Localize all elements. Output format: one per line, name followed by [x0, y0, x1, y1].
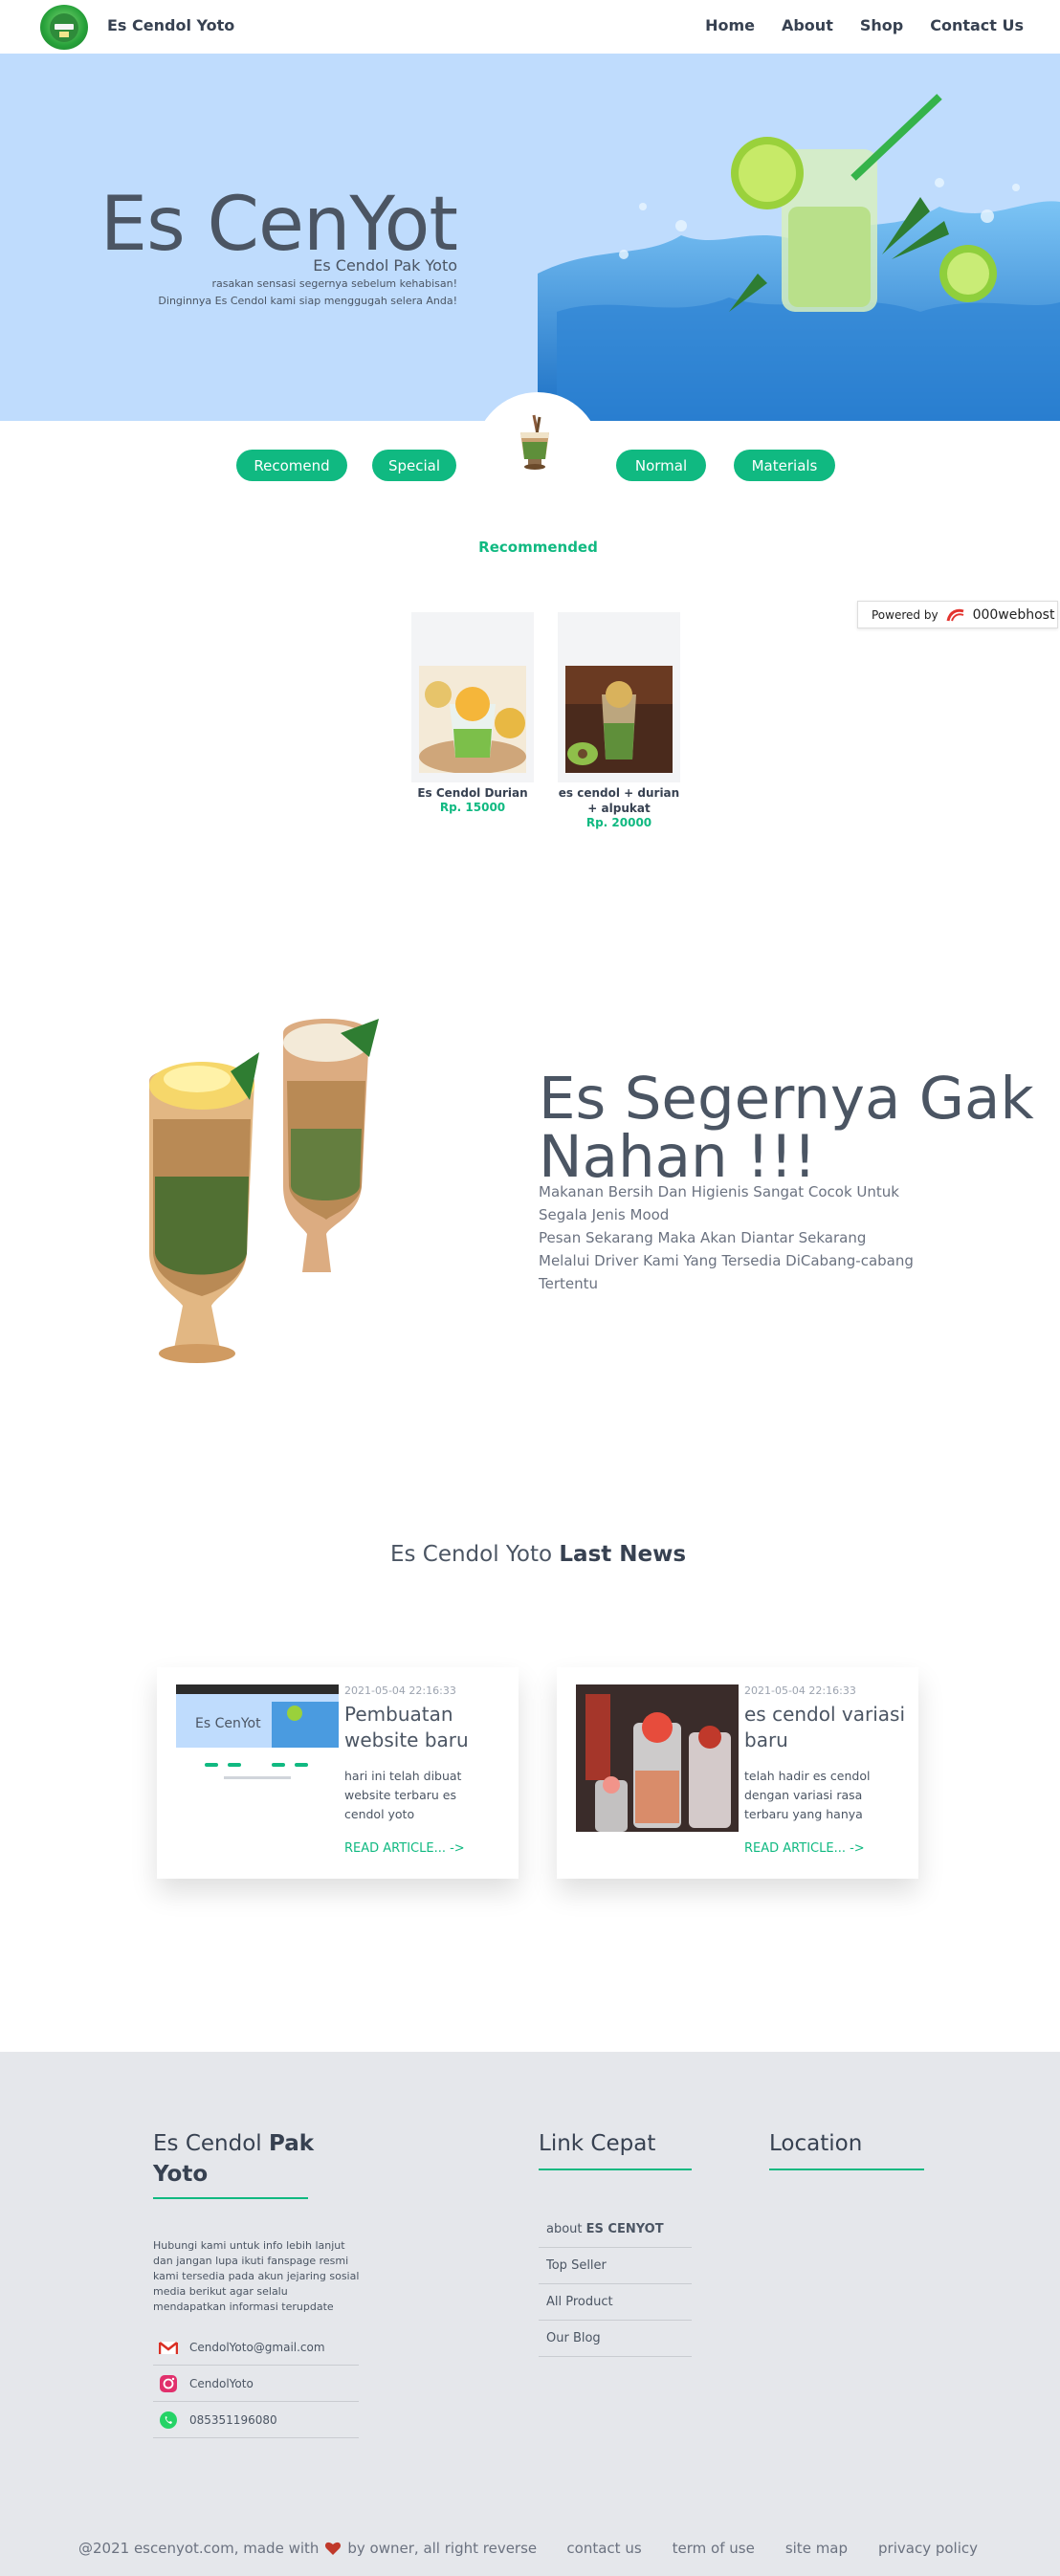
article-thumbnail[interactable] — [576, 1684, 739, 1832]
contact-whatsapp-text: 085351196080 — [189, 2412, 277, 2427]
article-excerpt: telah hadir es cendol dengan variasi ras… — [744, 1769, 871, 1821]
hero-tagline-2: Dinginnya Es Cendol kami siap menggugah … — [158, 295, 457, 307]
footer-link-privacy[interactable]: privacy policy — [878, 2540, 978, 2557]
nav-item-home[interactable]: Home — [705, 16, 755, 34]
cendol-cup-icon[interactable] — [511, 413, 559, 471]
es-cendol-glasses-image — [149, 1019, 379, 1363]
location-title: Location — [769, 2131, 863, 2156]
feature-line-1: Makanan Bersih Dan Higienis Sangat Cocok… — [539, 1183, 899, 1223]
article-date: 2021-05-04 22:16:33 — [744, 1684, 856, 1697]
article-title[interactable]: Pembuatan website baru — [344, 1702, 507, 1753]
tab-materials[interactable]: Materials — [734, 450, 835, 481]
powered-by-name: 000webhost — [972, 606, 1055, 623]
news-heading: Es Cendol Yoto Last News — [0, 1542, 1060, 1567]
instagram-icon — [160, 2374, 177, 2392]
news-heading-prefix: Es Cendol Yoto — [389, 1542, 553, 1567]
product-image-frame — [411, 612, 534, 782]
copyright-suffix: by owner, all right reverse — [347, 2540, 538, 2557]
powered-by-badge[interactable]: Powered by 000webhost — [857, 601, 1058, 628]
es-cendol-logo-icon[interactable] — [40, 5, 88, 50]
location-underline — [769, 2169, 924, 2170]
powered-by-prefix: Powered by — [872, 607, 939, 622]
read-article-link[interactable]: READ ARTICLE... -> — [744, 1841, 865, 1856]
top-navbar: Es Cendol Yoto Home About Shop Contact U… — [0, 0, 1060, 54]
nav-menu: Home About Shop Contact Us — [705, 16, 1024, 34]
hero-drink-image — [538, 94, 1060, 421]
footer-brand-title: Es Cendol Pak Yoto — [153, 2128, 325, 2190]
tab-normal[interactable]: Normal — [616, 450, 706, 481]
footer: Es Cendol Pak Yoto Hubungi kami untuk in… — [0, 2052, 1060, 2576]
news-card[interactable]: Es CenYot 2021-05-04 22:16:33 Pembuatan … — [157, 1667, 519, 1879]
contact-email-text: CendolYoto@gmail.com — [189, 2340, 325, 2354]
quick-link-about-prefix: about — [546, 2222, 583, 2236]
product-name: es cendol + durian + alpukat — [558, 786, 680, 816]
quick-link-about-bold: ES CENYOT — [585, 2222, 664, 2236]
whatsapp-icon — [160, 2411, 177, 2429]
hero-title: Es CenYot — [99, 182, 458, 268]
footer-link-terms[interactable]: term of use — [673, 2540, 755, 2557]
footer-about-text: Hubungi kami untuk info lebih lanjut dan… — [153, 2239, 360, 2313]
nav-item-shop[interactable]: Shop — [860, 16, 903, 34]
quick-link-about[interactable]: about ES CENYOT — [539, 2212, 692, 2248]
product-price: Rp. 20000 — [585, 816, 652, 830]
copyright-prefix: @2021 escenyot.com, made with — [78, 2540, 320, 2557]
hero-banner: Es CenYot Es Cendol Pak Yoto rasakan sen… — [0, 54, 1060, 421]
hero-tagline-1: rasakan sensasi segernya sebelum kehabis… — [211, 277, 457, 290]
contact-email[interactable]: CendolYoto@gmail.com — [153, 2329, 359, 2366]
svg-text:Es CenYot: Es CenYot — [195, 1716, 261, 1731]
heart-icon — [325, 2542, 342, 2555]
article-title[interactable]: es cendol variasi baru — [744, 1702, 907, 1753]
product-image-frame — [558, 612, 680, 782]
webhost-logo-icon — [946, 608, 964, 621]
product-image — [419, 666, 526, 773]
footer-bottom-links: contact us term of use site map privacy … — [566, 2540, 978, 2557]
section-label-recommended: Recommended — [478, 539, 598, 556]
gmail-icon — [159, 2341, 178, 2354]
product-card[interactable]: Es Cendol Durian Rp. 15000 — [411, 612, 534, 816]
nav-item-contact[interactable]: Contact Us — [930, 16, 1024, 34]
news-card[interactable]: 2021-05-04 22:16:33 es cendol variasi ba… — [557, 1667, 918, 1879]
nav-item-about[interactable]: About — [782, 16, 833, 34]
product-card[interactable]: es cendol + durian + alpukat Rp. 20000 — [558, 612, 680, 831]
article-date: 2021-05-04 22:16:33 — [344, 1684, 456, 1697]
quick-links-title: Link Cepat — [539, 2131, 656, 2156]
feature-title: Es Segernya Gak Nahan !!! — [539, 1065, 1034, 1191]
quick-link-top-seller[interactable]: Top Seller — [539, 2248, 692, 2284]
contact-whatsapp[interactable]: 085351196080 — [153, 2402, 359, 2438]
footer-brand-underline — [153, 2197, 308, 2199]
contact-instagram[interactable]: CendolYoto — [153, 2366, 359, 2402]
article-thumbnail[interactable]: Es CenYot — [176, 1684, 339, 1832]
brand-name[interactable]: Es Cendol Yoto — [107, 16, 234, 34]
product-name: Es Cendol Durian — [417, 786, 528, 800]
tab-special[interactable]: Special — [372, 450, 456, 481]
quick-link-all-product[interactable]: All Product — [539, 2284, 692, 2321]
product-image — [565, 666, 673, 773]
tab-recomend[interactable]: Recomend — [236, 450, 347, 481]
read-article-link[interactable]: READ ARTICLE... -> — [344, 1841, 465, 1856]
quick-link-our-blog[interactable]: Our Blog — [539, 2321, 692, 2357]
footer-brand-prefix: Es Cendol — [153, 2131, 262, 2156]
product-price: Rp. 15000 — [439, 801, 506, 815]
feature-line-2: Pesan Sekarang Maka Akan Diantar Sekaran… — [539, 1229, 914, 1292]
quick-links-underline — [539, 2169, 692, 2170]
hero-subtitle: Es Cendol Pak Yoto — [313, 256, 457, 275]
footer-link-contact[interactable]: contact us — [566, 2540, 641, 2557]
news-heading-bold: Last News — [559, 1542, 687, 1567]
article-excerpt: hari ini telah dibuat website terbaru es… — [344, 1769, 462, 1821]
copyright: @2021 escenyot.com, made with by owner, … — [78, 2540, 537, 2557]
contact-instagram-text: CendolYoto — [189, 2376, 254, 2390]
feature-description: Makanan Bersih Dan Higienis Sangat Cocok… — [539, 1180, 921, 1295]
footer-link-sitemap[interactable]: site map — [785, 2540, 848, 2557]
